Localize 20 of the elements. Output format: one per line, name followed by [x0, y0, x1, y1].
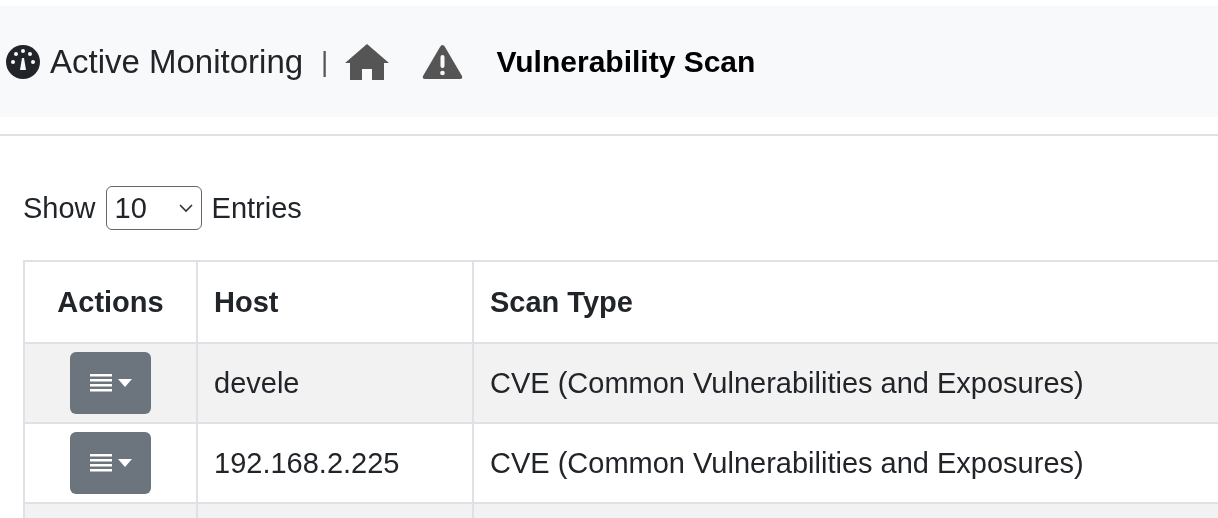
actions-menu-button[interactable]: [70, 432, 151, 494]
warning-icon: [422, 43, 464, 80]
page-title: Vulnerability Scan: [496, 44, 756, 79]
section-title: Active Monitoring: [50, 42, 304, 81]
lines-icon: [89, 452, 112, 474]
home-icon[interactable]: [344, 42, 391, 81]
lines-icon: [89, 372, 112, 394]
table-cell: devele: [197, 343, 473, 423]
entries-select[interactable]: 10: [105, 186, 202, 230]
actions-menu-button[interactable]: [70, 352, 151, 414]
gauge-icon: [5, 43, 41, 80]
chevron-down-icon: [178, 203, 193, 213]
show-label: Show: [23, 191, 96, 225]
caret-icon: [117, 459, 132, 467]
table-cell: CVE (Common Vulnerabilities and Exposures): [473, 343, 1218, 423]
column-header[interactable]: Scan Type: [473, 261, 1218, 343]
column-header[interactable]: Actions: [24, 261, 197, 343]
entries-label: Entries: [211, 191, 302, 225]
caret-icon: [117, 379, 132, 387]
separator: |: [321, 45, 329, 78]
